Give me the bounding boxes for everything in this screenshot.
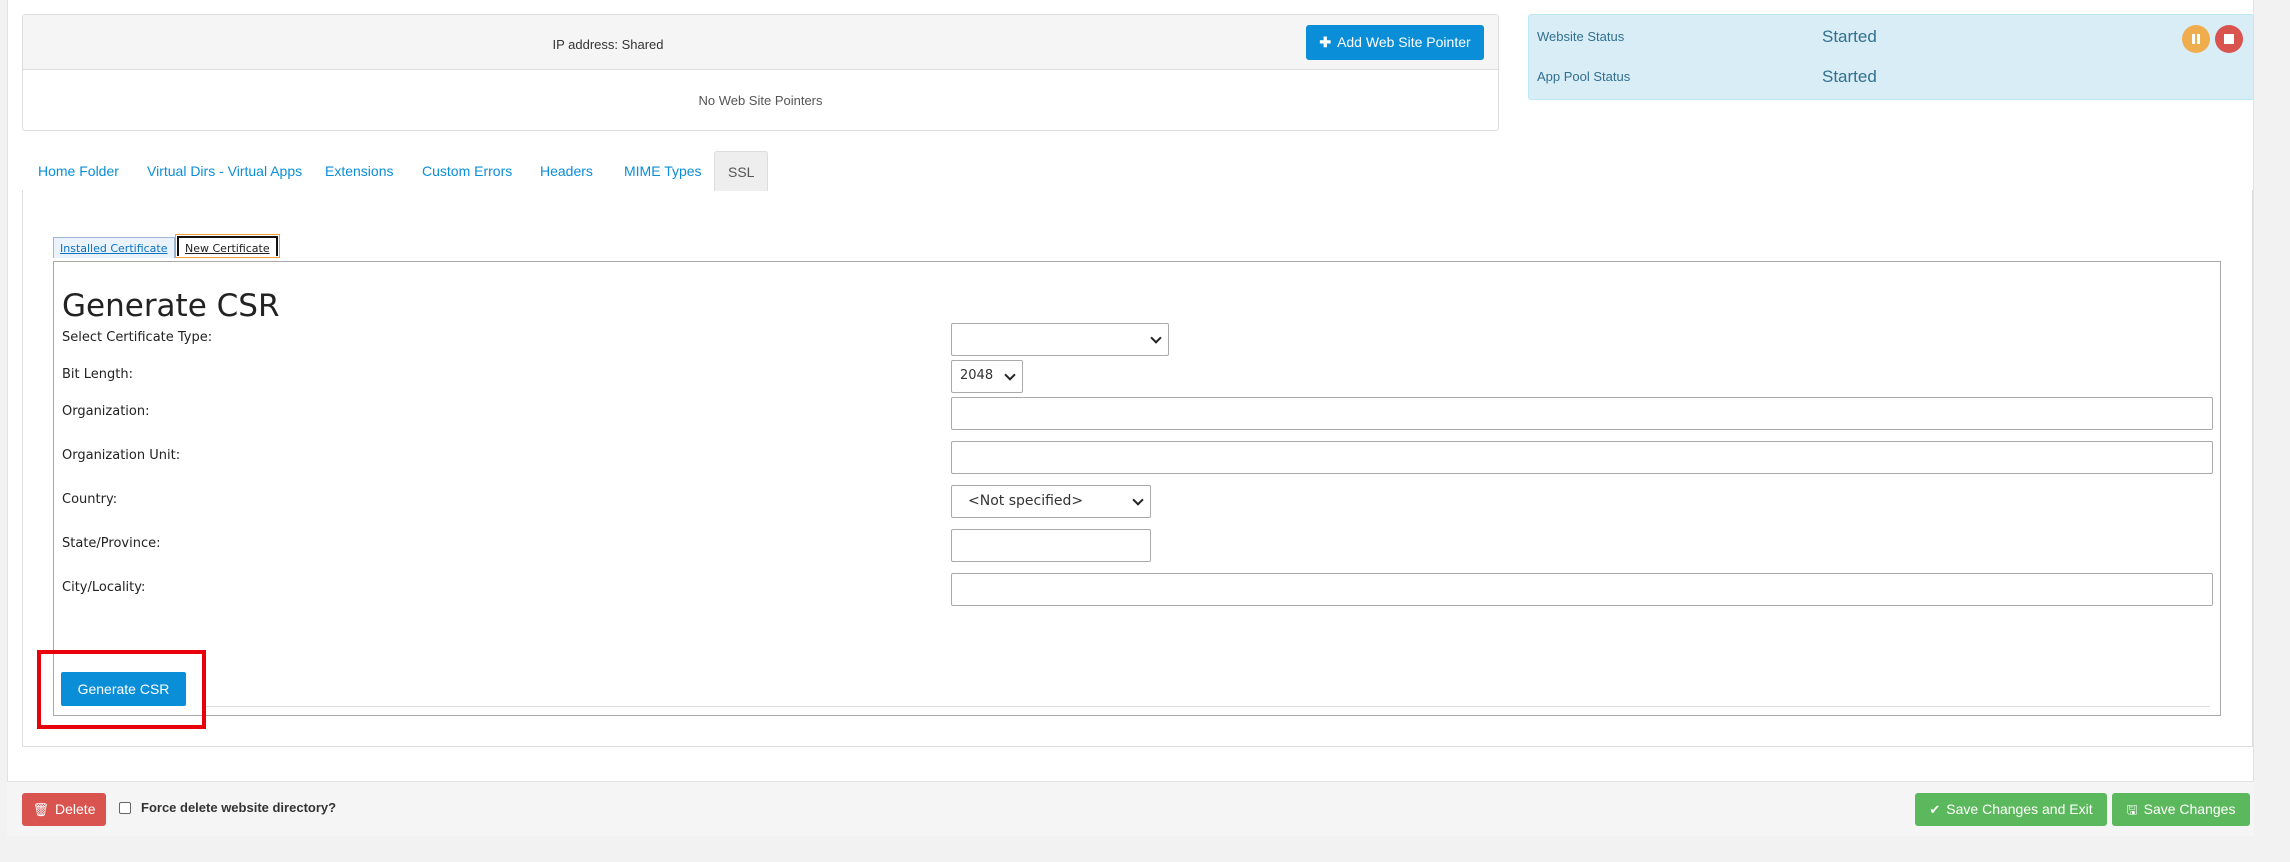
organization-label: Organization: xyxy=(62,404,150,419)
organization-unit-input[interactable] xyxy=(951,441,2213,474)
tab-home-folder[interactable]: Home Folder xyxy=(25,152,132,190)
pause-button[interactable] xyxy=(2182,25,2210,53)
state-province-input[interactable] xyxy=(951,529,1151,562)
inner-tab-installed-certificate[interactable]: Installed Certificate xyxy=(53,237,175,258)
save-changes-button[interactable]: 🖫 Save Changes xyxy=(2112,793,2250,826)
stop-icon xyxy=(2224,34,2234,44)
generate-csr-heading: Generate CSR xyxy=(62,288,280,324)
app-pool-status-value: Started xyxy=(1822,67,1877,86)
certificate-type-select[interactable] xyxy=(951,323,1169,356)
trash-icon: 🗑 xyxy=(32,802,50,817)
country-value: <Not specified> xyxy=(968,493,1084,509)
no-pointers-message: No Web Site Pointers xyxy=(698,93,823,108)
highlight-annotation-box xyxy=(37,650,206,729)
organization-unit-label: Organization Unit: xyxy=(62,448,181,463)
save-changes-and-exit-button[interactable]: ✔ Save Changes and Exit xyxy=(1915,793,2107,826)
bit-length-select[interactable]: 2048 xyxy=(951,360,1023,393)
save-icon: 🖫 xyxy=(2126,802,2138,817)
app-pool-status-label: App Pool Status xyxy=(1537,69,1631,84)
status-panel: Website Status Started App Pool Status S… xyxy=(1528,14,2254,100)
inner-tab-new-certificate[interactable]: New Certificate xyxy=(175,234,280,258)
web-site-pointers-panel: IP address: Shared ✚ Add Web Site Pointer… xyxy=(22,14,1499,131)
bit-length-label: Bit Length: xyxy=(62,367,133,382)
city-locality-input[interactable] xyxy=(951,573,2213,606)
delete-label: Delete xyxy=(55,801,96,817)
tab-custom-errors[interactable]: Custom Errors xyxy=(409,152,525,190)
tab-ssl[interactable]: SSL xyxy=(714,151,769,191)
tab-virtual-dirs[interactable]: Virtual Dirs - Virtual Apps xyxy=(134,152,315,190)
state-province-label: State/Province: xyxy=(62,536,161,551)
add-pointer-label: Add Web Site Pointer xyxy=(1337,34,1471,50)
ip-address-text: IP address: Shared xyxy=(552,37,664,52)
add-web-site-pointer-button[interactable]: ✚ Add Web Site Pointer xyxy=(1306,25,1484,60)
tab-mime-types[interactable]: MIME Types xyxy=(611,152,715,190)
chevron-down-icon xyxy=(1150,332,1162,344)
chevron-down-icon xyxy=(1132,494,1144,506)
country-label: Country: xyxy=(62,492,118,507)
force-delete-checkbox[interactable] xyxy=(119,802,131,814)
website-status-label: Website Status xyxy=(1537,29,1625,44)
website-status-value: Started xyxy=(1822,27,1877,46)
check-icon: ✔ xyxy=(1929,802,1941,817)
tab-extensions[interactable]: Extensions xyxy=(312,152,406,190)
city-locality-label: City/Locality: xyxy=(62,580,146,595)
certificate-type-label: Select Certificate Type: xyxy=(62,330,213,345)
form-bottom-divider xyxy=(206,706,2210,707)
stop-button[interactable] xyxy=(2215,25,2243,53)
tab-headers[interactable]: Headers xyxy=(527,152,606,190)
save-label: Save Changes xyxy=(2143,801,2236,817)
pause-icon xyxy=(2191,34,2201,44)
force-delete-label: Force delete website directory? xyxy=(141,800,337,815)
pointers-panel-header: IP address: Shared ✚ Add Web Site Pointer xyxy=(23,15,1498,70)
country-select[interactable]: <Not specified> xyxy=(951,485,1151,518)
bit-length-value: 2048 xyxy=(960,368,994,383)
chevron-down-icon xyxy=(1004,369,1016,381)
organization-input[interactable] xyxy=(951,397,2213,430)
save-exit-label: Save Changes and Exit xyxy=(1946,801,2093,817)
delete-button[interactable]: 🗑 Delete xyxy=(22,793,106,826)
plus-icon: ✚ xyxy=(1319,34,1332,50)
